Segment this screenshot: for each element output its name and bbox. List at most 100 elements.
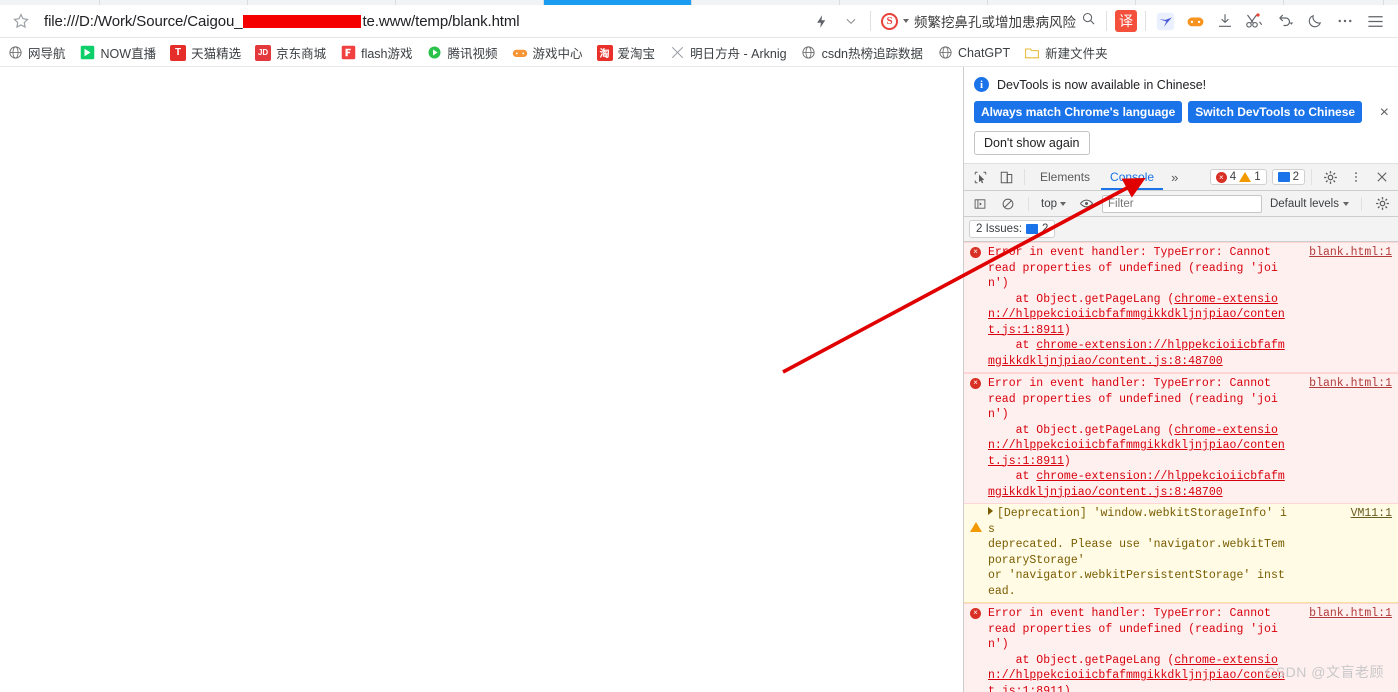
- console-filter-bar: top Default levels: [964, 191, 1398, 217]
- console-error-row[interactable]: × blank.html:1 Error in event handler: Typ…: [964, 373, 1398, 504]
- sogou-icon: S: [881, 12, 898, 30]
- more-tabs-icon[interactable]: »: [1165, 170, 1184, 185]
- divider: [1106, 11, 1107, 31]
- dont-show-again-button[interactable]: Don't show again: [974, 131, 1090, 155]
- menu-icon[interactable]: [1360, 6, 1390, 36]
- issues-chip[interactable]: 2 Issues: 2: [969, 220, 1056, 238]
- folder-icon: [1024, 45, 1040, 61]
- search-suggestion-text: 频繁挖鼻孔或增加患病风险: [914, 15, 1076, 30]
- warning-icon: [970, 508, 982, 532]
- bookmark-label: csdn热榜追踪数据: [821, 47, 924, 61]
- bookmark-label: 游戏中心: [532, 47, 583, 61]
- close-icon[interactable]: ×: [1380, 105, 1389, 121]
- tab-elements[interactable]: Elements: [1031, 164, 1099, 190]
- translate-icon[interactable]: 译: [1111, 6, 1141, 36]
- gamepad-icon: [512, 45, 528, 61]
- url-text: file:///D:/Work/Source/Caigou_ te.www/tem…: [44, 12, 520, 30]
- message-count-chip[interactable]: 2: [1271, 169, 1305, 185]
- console-source-link[interactable]: blank.html:1: [1309, 245, 1392, 261]
- message-count: 2: [1292, 171, 1299, 183]
- switch-devtools-language-button[interactable]: Switch DevTools to Chinese: [1188, 101, 1363, 123]
- execution-context-select[interactable]: top: [1037, 198, 1070, 210]
- bookmark-label: 新建文件夹: [1045, 47, 1108, 61]
- bookmark-item[interactable]: ChatGPT: [930, 41, 1017, 65]
- bookmark-item[interactable]: T 天猫精选: [163, 41, 248, 65]
- globe-icon: [7, 45, 23, 61]
- gamepad-icon[interactable]: [1180, 6, 1210, 36]
- error-icon: ×: [970, 608, 981, 619]
- tab-console[interactable]: Console: [1101, 164, 1164, 190]
- warning-count: 1: [1254, 171, 1261, 183]
- bookmark-item[interactable]: JD 京东商城: [248, 41, 333, 65]
- inspect-element-icon[interactable]: [968, 165, 992, 189]
- console-source-link[interactable]: blank.html:1: [1309, 376, 1392, 392]
- divider: [1028, 196, 1029, 211]
- console-message-text: Error in event handler: TypeError: Canno…: [988, 377, 1285, 499]
- console-warn-row[interactable]: VM11:1 [Deprecation] 'window.webkitStorag…: [964, 504, 1398, 603]
- bookmark-item[interactable]: NOW直播: [73, 41, 164, 65]
- divider: [1361, 196, 1362, 211]
- devtools-panel: i DevTools is now available in Chinese! …: [963, 67, 1398, 692]
- lightning-icon[interactable]: [806, 6, 836, 36]
- banner-message: DevTools is now available in Chinese!: [997, 77, 1207, 92]
- scissors-icon[interactable]: [1240, 6, 1270, 36]
- url-bar[interactable]: file:///D:/Work/Source/Caigou_ te.www/tem…: [30, 13, 806, 30]
- bookmark-item[interactable]: 淘爱淘宝: [590, 41, 663, 65]
- console-filter-input[interactable]: [1102, 194, 1262, 213]
- context-label: top: [1041, 197, 1057, 210]
- watermark: CSDN @文盲老顾: [1265, 664, 1384, 680]
- console-sidebar-icon[interactable]: [968, 192, 992, 216]
- chevron-down-icon[interactable]: [836, 6, 866, 36]
- issues-bar: 2 Issues: 2: [964, 217, 1398, 242]
- bookmark-item[interactable]: 网导航: [0, 41, 73, 65]
- issues-label: 2 Issues:: [976, 223, 1023, 235]
- chevron-down-icon[interactable]: [903, 19, 909, 23]
- always-match-language-button[interactable]: Always match Chrome's language: [974, 101, 1183, 123]
- search-icon[interactable]: [1081, 11, 1096, 31]
- console-source-link[interactable]: blank.html:1: [1309, 606, 1392, 622]
- search-engine-box[interactable]: S 频繁挖鼻孔或增加患病风险: [875, 11, 1102, 31]
- bookmark-item[interactable]: 新建文件夹: [1017, 41, 1115, 65]
- issues-icon: [1277, 172, 1290, 182]
- taobao-icon: 淘: [596, 44, 613, 61]
- console-source-link[interactable]: VM11:1: [1351, 506, 1392, 522]
- bookmark-item[interactable]: 游戏中心: [505, 41, 590, 65]
- info-icon: i: [974, 77, 989, 92]
- console-error-row[interactable]: × blank.html:1 Error in event handler: Typ…: [964, 242, 1398, 373]
- close-devtools-icon[interactable]: [1370, 165, 1394, 189]
- bookmark-item[interactable]: 腾讯视频: [420, 41, 505, 65]
- clear-console-icon[interactable]: [996, 192, 1020, 216]
- console-log-area[interactable]: × blank.html:1 Error in event handler: Typ…: [964, 242, 1398, 692]
- bookmark-label: 天猫精选: [191, 47, 242, 61]
- gear-icon[interactable]: [1318, 165, 1342, 189]
- divider: [1024, 169, 1025, 185]
- tencent-video-icon: [427, 45, 443, 61]
- bird-extension-icon[interactable]: [1150, 6, 1180, 36]
- tmall-icon: T: [170, 44, 187, 61]
- redacted-url-segment: [243, 14, 362, 28]
- levels-label: Default levels: [1269, 197, 1339, 210]
- live-expression-icon[interactable]: [1074, 192, 1098, 216]
- bookmark-item[interactable]: csdn热榜追踪数据: [794, 41, 930, 65]
- undo-icon[interactable]: [1270, 6, 1300, 36]
- error-warning-counts[interactable]: × 4 1: [1209, 169, 1267, 185]
- log-levels-select[interactable]: Default levels: [1266, 198, 1353, 210]
- bookmark-label: 腾讯视频: [447, 47, 498, 61]
- address-toolbar: file:///D:/Work/Source/Caigou_ te.www/tem…: [0, 5, 1398, 38]
- console-message-text: Error in event handler: TypeError: Canno…: [988, 246, 1285, 368]
- moon-icon[interactable]: [1300, 6, 1330, 36]
- more-vertical-icon[interactable]: [1344, 165, 1368, 189]
- arknights-icon: [669, 45, 685, 61]
- download-icon[interactable]: [1210, 6, 1240, 36]
- more-icon[interactable]: [1330, 6, 1360, 36]
- bookmark-star-icon[interactable]: [12, 12, 30, 30]
- flash-icon: [340, 45, 356, 61]
- console-settings-gear-icon[interactable]: [1370, 192, 1394, 216]
- error-icon: ×: [970, 247, 981, 258]
- globe-icon: [937, 45, 953, 61]
- bookmark-item[interactable]: flash游戏: [333, 41, 419, 65]
- divider: [1145, 11, 1146, 31]
- device-toolbar-icon[interactable]: [994, 165, 1018, 189]
- bookmark-item[interactable]: 明日方舟 - Arknig: [662, 41, 794, 65]
- error-icon: ×: [1215, 171, 1227, 183]
